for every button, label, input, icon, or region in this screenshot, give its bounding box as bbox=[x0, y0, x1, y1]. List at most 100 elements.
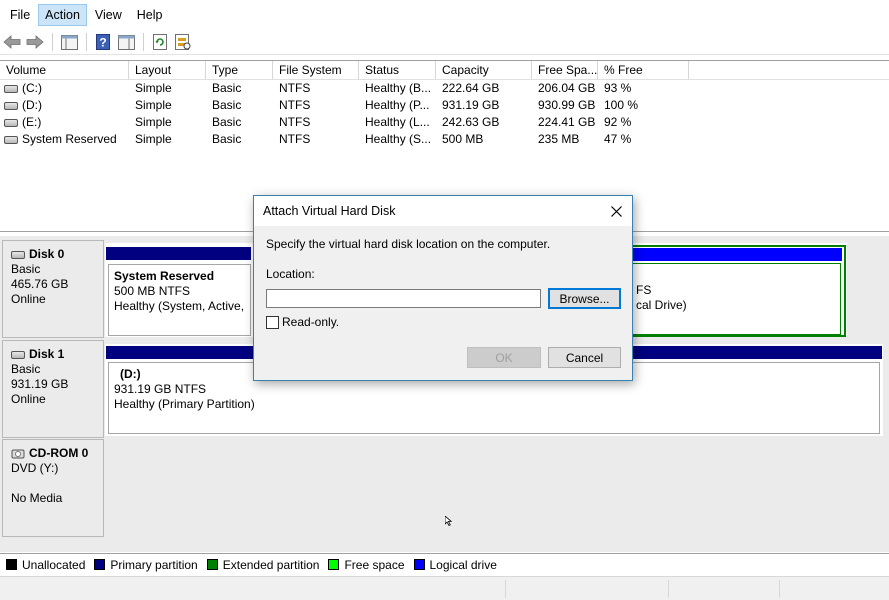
cdrom-icon bbox=[11, 448, 25, 460]
table-row[interactable]: (E:) Simple Basic NTFS Healthy (L... 242… bbox=[0, 114, 889, 131]
browse-button[interactable]: Browse... bbox=[548, 288, 621, 309]
cell-free-space: 235 MB bbox=[538, 132, 580, 146]
menu-help[interactable]: Help bbox=[130, 4, 170, 26]
cell-layout: Simple bbox=[135, 115, 172, 129]
primary-partition-bar bbox=[106, 247, 251, 260]
disk-state: Online bbox=[11, 392, 46, 406]
back-arrow-icon[interactable] bbox=[2, 32, 22, 52]
legend-swatch bbox=[6, 559, 17, 570]
cell-file-system: NTFS bbox=[279, 98, 311, 112]
legend-item: Primary partition bbox=[94, 558, 198, 572]
legend-label: Logical drive bbox=[429, 557, 497, 572]
disk-label-0[interactable]: Disk 0 Basic 465.76 GB Online bbox=[2, 240, 104, 338]
svg-text:?: ? bbox=[99, 36, 106, 50]
disk-type: Basic bbox=[11, 262, 41, 276]
cell-status: Healthy (B... bbox=[365, 81, 432, 95]
legend-swatch bbox=[206, 559, 218, 570]
cell-layout: Simple bbox=[135, 132, 172, 146]
close-icon[interactable] bbox=[606, 201, 626, 221]
help-icon[interactable]: ? bbox=[93, 32, 113, 52]
status-bar-segment bbox=[779, 580, 780, 598]
cell-capacity: 242.63 GB bbox=[442, 115, 500, 129]
disk-name: CD-ROM 0 bbox=[29, 446, 89, 460]
disk-state: No Media bbox=[11, 491, 63, 505]
table-row[interactable]: (C:) Simple Basic NTFS Healthy (B... 222… bbox=[0, 80, 889, 97]
disk-size: 931.19 GB bbox=[11, 377, 69, 391]
cell-type: Basic bbox=[212, 81, 242, 95]
partition-system-reserved[interactable]: System Reserved 500 MB NTFS Healthy (Sys… bbox=[108, 264, 251, 336]
partition-status: Healthy (System, Active, bbox=[114, 299, 245, 313]
partition-logical-e[interactable]: FS cal Drive) bbox=[632, 263, 841, 335]
console-tree-icon[interactable] bbox=[59, 32, 79, 52]
cell-layout: Simple bbox=[135, 81, 172, 95]
legend-swatch bbox=[94, 559, 106, 570]
column-header-capacity[interactable]: Capacity bbox=[436, 61, 532, 79]
refresh-icon[interactable] bbox=[150, 32, 170, 52]
readonly-checkbox[interactable] bbox=[266, 316, 279, 329]
dialog-instruction: Specify the virtual hard disk location o… bbox=[266, 237, 551, 251]
cdrom-empty-area bbox=[105, 439, 885, 537]
legend-item: Free space bbox=[328, 558, 405, 572]
partition-status: cal Drive) bbox=[636, 298, 687, 312]
cell-capacity: 500 MB bbox=[442, 132, 484, 146]
disk-type: Basic bbox=[11, 362, 41, 376]
cell-percent-free: 93 % bbox=[604, 81, 632, 95]
disk-icon bbox=[11, 250, 25, 259]
partition-title bbox=[636, 268, 840, 283]
cell-layout: Simple bbox=[135, 98, 172, 112]
column-header-status[interactable]: Status bbox=[359, 61, 436, 79]
column-header-type[interactable]: Type bbox=[206, 61, 273, 79]
disk-size bbox=[11, 476, 103, 491]
partition-size: 931.19 GB NTFS bbox=[114, 382, 207, 396]
legend-label: Extended partition bbox=[222, 557, 320, 572]
toolbar-separator bbox=[86, 33, 87, 51]
toolbar-separator bbox=[143, 33, 144, 51]
menu-view[interactable]: View bbox=[88, 4, 129, 26]
location-input[interactable] bbox=[266, 289, 541, 308]
rescan-disks-icon[interactable] bbox=[173, 32, 193, 52]
dialog-title: Attach Virtual Hard Disk bbox=[263, 204, 396, 218]
cell-status: Healthy (L... bbox=[365, 115, 430, 129]
disk-name: Disk 1 bbox=[29, 347, 65, 361]
legend-label: Unallocated bbox=[22, 557, 86, 572]
properties-pane-icon[interactable] bbox=[116, 32, 136, 52]
forward-arrow-icon[interactable] bbox=[25, 32, 45, 52]
column-header-layout[interactable]: Layout bbox=[129, 61, 206, 79]
cell-status: Healthy (S... bbox=[365, 132, 432, 146]
disk-icon bbox=[4, 84, 18, 93]
cell-type: Basic bbox=[212, 132, 242, 146]
column-header-free-space[interactable]: Free Spa... bbox=[532, 61, 598, 79]
legend-swatch bbox=[413, 559, 425, 570]
partition-size: 500 MB NTFS bbox=[114, 284, 191, 298]
cell-capacity: 222.64 GB bbox=[442, 81, 500, 95]
column-header-percent-free[interactable]: % Free bbox=[598, 61, 689, 79]
location-label: Location: bbox=[266, 267, 315, 281]
ok-button[interactable]: OK bbox=[467, 347, 541, 368]
cancel-button[interactable]: Cancel bbox=[548, 347, 621, 368]
disk-state: Online bbox=[11, 292, 46, 306]
column-header-file-system[interactable]: File System bbox=[273, 61, 359, 79]
menu-action[interactable]: Action bbox=[38, 4, 87, 26]
partition-title: System Reserved bbox=[114, 269, 215, 283]
legend-item: Unallocated bbox=[6, 558, 85, 572]
status-bar-segment bbox=[505, 580, 506, 598]
disk-label-1[interactable]: Disk 1 Basic 931.19 GB Online bbox=[2, 340, 104, 438]
toolbar-separator bbox=[52, 33, 53, 51]
disk-icon bbox=[4, 101, 18, 110]
table-row[interactable]: (D:) Simple Basic NTFS Healthy (P... 931… bbox=[0, 97, 889, 114]
volume-list-header: Volume Layout Type File System Status Ca… bbox=[0, 61, 889, 80]
disk-type: DVD (Y:) bbox=[11, 461, 59, 475]
disk-name: Disk 0 bbox=[29, 247, 65, 261]
cell-volume: System Reserved bbox=[22, 132, 117, 146]
cell-percent-free: 47 % bbox=[604, 132, 632, 146]
status-bar bbox=[0, 576, 889, 600]
column-header-volume[interactable]: Volume bbox=[0, 61, 129, 79]
cell-capacity: 931.19 GB bbox=[442, 98, 500, 112]
cell-volume: (E:) bbox=[22, 115, 42, 129]
partition-size: FS bbox=[636, 283, 652, 297]
disk-label-cdrom[interactable]: CD-ROM 0 DVD (Y:) No Media bbox=[2, 439, 104, 537]
cell-volume: (C:) bbox=[22, 81, 42, 95]
table-row[interactable]: System Reserved Simple Basic NTFS Health… bbox=[0, 131, 889, 148]
menu-file[interactable]: File bbox=[3, 4, 37, 26]
readonly-label: Read-only. bbox=[282, 315, 340, 329]
